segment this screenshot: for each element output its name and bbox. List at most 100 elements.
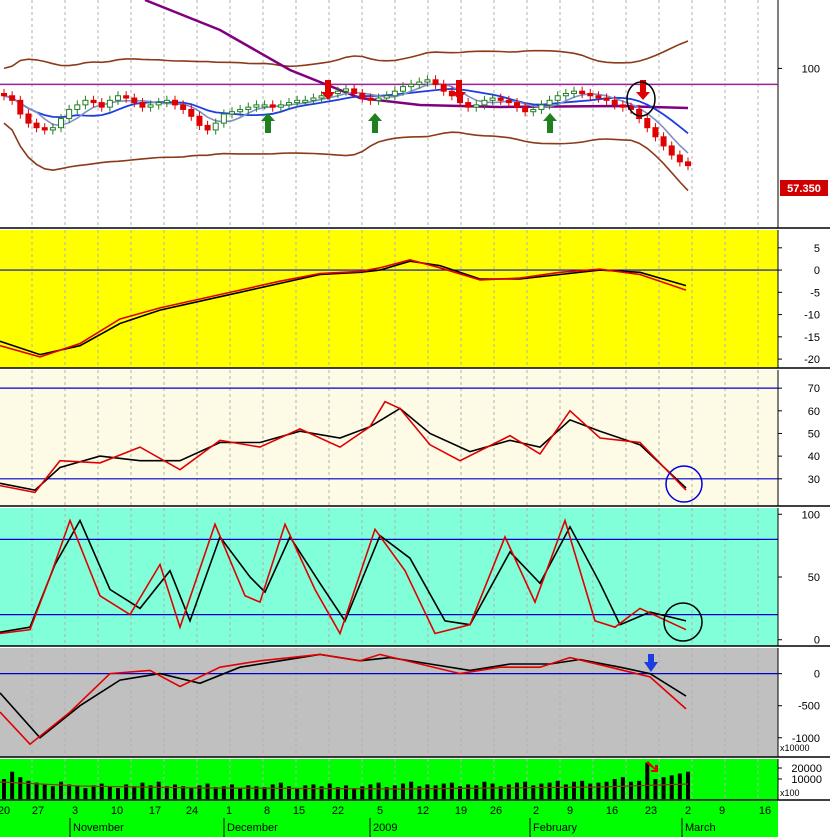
- volume-bar: [230, 784, 234, 799]
- volume-tick-label: 10000: [791, 774, 822, 786]
- candle-body: [33, 122, 40, 129]
- date-tick-label: 9: [567, 805, 573, 817]
- candle-body: [530, 108, 537, 113]
- volume-bar: [67, 784, 72, 799]
- candle-body: [172, 99, 178, 106]
- candle-body: [636, 108, 643, 120]
- volume-bar: [392, 785, 397, 799]
- date-tick-label: 12: [417, 805, 429, 817]
- macd-tick-label: -20: [804, 354, 820, 366]
- candle-body: [115, 95, 121, 101]
- rsi-tick-label: 70: [808, 383, 820, 395]
- candle-body: [98, 102, 105, 108]
- volume-bar: [311, 784, 316, 799]
- volume-bar: [669, 775, 674, 799]
- volume-bar: [205, 783, 210, 799]
- volume-bar: [376, 782, 381, 799]
- candle-body: [497, 97, 504, 101]
- month-label: 2009: [373, 822, 397, 834]
- volume-bar: [164, 786, 169, 799]
- volume-bar: [213, 787, 218, 799]
- candle-body: [82, 99, 89, 106]
- volume-bar: [140, 782, 145, 799]
- volume-bar: [91, 785, 96, 799]
- macd-tick-label: -10: [804, 310, 820, 322]
- volume-bar: [417, 786, 422, 799]
- volume-bar: [83, 788, 88, 799]
- candle-body: [644, 118, 651, 129]
- volume-bar: [59, 781, 63, 799]
- price-panel: 100 57.350: [0, 0, 830, 229]
- volume-bar: [547, 782, 552, 799]
- candle-body: [538, 104, 545, 110]
- stoch-scale-area: [778, 508, 830, 646]
- candle-body: [489, 97, 496, 101]
- macd-background: [0, 230, 778, 368]
- volume-bar: [653, 779, 658, 799]
- stock-chart: 10057.350 50-5-10-15-20 7060504030 10050…: [0, 0, 830, 837]
- volume-bar: [482, 781, 487, 799]
- volume-bar: [238, 788, 243, 799]
- macd-panel: 5 0 -5 -10 -15 -20: [0, 230, 830, 369]
- candle-body: [180, 104, 187, 110]
- macd-tick-label: 5: [814, 243, 820, 255]
- date-tick-label: 24: [186, 805, 198, 817]
- candle-body: [571, 90, 577, 94]
- volume-bar: [539, 783, 544, 799]
- volume-bar: [645, 762, 650, 799]
- volume-bar: [50, 786, 55, 799]
- volume-bar: [409, 781, 414, 799]
- candle-body: [416, 81, 423, 85]
- date-tick-label: 19: [455, 805, 467, 817]
- candle-body: [155, 102, 162, 106]
- candle-body: [66, 108, 73, 120]
- date-tick-label: 23: [645, 805, 657, 817]
- rsi-scale-area: [778, 370, 830, 506]
- rsi-tick-label: 50: [808, 428, 820, 440]
- candle-body: [245, 106, 252, 110]
- candle-body: [676, 154, 683, 163]
- volume-bar: [295, 788, 300, 799]
- date-tick-label: 27: [32, 805, 44, 817]
- momentum-tick-label: 0: [814, 669, 820, 681]
- price-tick-label: 100: [802, 63, 820, 75]
- candle-body: [277, 104, 284, 108]
- candle-body: [579, 90, 586, 94]
- candle-body: [147, 104, 154, 108]
- volume-bar: [42, 784, 47, 799]
- date-axis-scale-area: [778, 801, 830, 837]
- candle-body: [9, 95, 16, 101]
- date-tick-label: 2: [685, 805, 691, 817]
- date-tick-label: 10: [111, 805, 123, 817]
- candle-body: [400, 86, 406, 92]
- candle-body: [660, 136, 667, 147]
- volume-bar: [303, 785, 308, 799]
- volume-bar: [449, 782, 454, 799]
- volume-bar: [360, 786, 365, 799]
- date-tick-label: 5: [377, 805, 383, 817]
- candle-body: [546, 99, 553, 106]
- volume-bar: [629, 781, 633, 799]
- candle-body: [302, 99, 309, 103]
- date-axis: 20 27 3 10 17 24 1 8 15 22 5 12 19 26 2 9 16 23 2 9 16 Novemb…: [0, 801, 830, 837]
- month-label: November: [73, 822, 124, 834]
- volume-bar: [352, 788, 357, 799]
- candle-body: [408, 83, 415, 88]
- volume-bar: [474, 785, 479, 799]
- candle-body: [131, 97, 138, 104]
- date-tick-label: 3: [72, 805, 78, 817]
- date-tick-label: 8: [264, 805, 270, 817]
- date-tick-label: 20: [0, 805, 10, 817]
- volume-bar: [523, 781, 528, 799]
- volume-bar: [588, 783, 593, 799]
- rsi-panel: 70 60 50 40 30: [0, 370, 830, 507]
- candle-body: [139, 102, 146, 108]
- stoch-tick-label: 100: [802, 509, 820, 521]
- volume-bar: [612, 779, 617, 799]
- volume-bar: [563, 784, 568, 799]
- volume-bar: [572, 781, 576, 799]
- volume-bar: [344, 785, 348, 799]
- candle-body: [261, 104, 268, 108]
- volume-bar: [466, 784, 471, 799]
- candle-body: [367, 97, 374, 101]
